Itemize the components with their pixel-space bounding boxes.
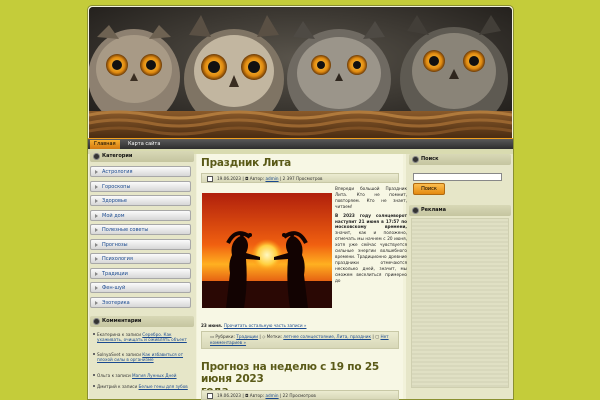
calendar-icon	[207, 393, 213, 399]
read-more-link[interactable]: Прочитать остальную часть записи »	[224, 323, 307, 328]
category-item[interactable]: Здоровье	[90, 195, 191, 206]
comment-entry: SolnyaSvet к записи Как избавиться от пл…	[93, 352, 195, 362]
comment-post-link[interactable]: Магия Лунных Дней	[132, 373, 176, 378]
category-item[interactable]: Прогнозы	[90, 239, 191, 250]
comment-post-link[interactable]: Белые гены для зубов	[139, 384, 188, 389]
tags-link[interactable]: летнее солнцестояние, Лита, праздник	[283, 334, 371, 339]
category-item[interactable]: Фен-шуй	[90, 282, 191, 293]
search-input[interactable]	[413, 173, 502, 181]
post-footer: ▭ Рубрики: Традиции | ◇ Метки: летнее со…	[201, 331, 399, 349]
ads-widget-title: Реклама	[409, 205, 511, 216]
post-title[interactable]: Праздник Лита	[201, 157, 291, 169]
post-image	[202, 193, 332, 308]
bullet-icon	[412, 207, 419, 214]
comment-entry: Екатерина к записи Серебро. Как ухаживат…	[93, 332, 195, 342]
category-item[interactable]: Психология	[90, 253, 191, 264]
category-item[interactable]: Астрология	[90, 166, 191, 177]
search-widget-title: Поиск	[409, 154, 511, 165]
bullet-icon	[93, 153, 100, 160]
folder-icon: ▭	[210, 334, 214, 339]
bullet-icon	[412, 156, 419, 163]
calendar-icon	[207, 176, 213, 182]
categories-widget-title: Категории	[90, 151, 194, 162]
rubric-link[interactable]: Традиции	[236, 334, 258, 339]
comment-icon: ▢	[375, 334, 380, 339]
category-item[interactable]: Гороскопы	[90, 181, 191, 192]
search-button[interactable]: Поиск	[413, 183, 445, 195]
post-excerpt: Впереди большой Праздник Лита. Кто не по…	[335, 186, 407, 283]
post-continuation: 23 июня. Прочитать остальную часть запис…	[201, 323, 307, 328]
bullet-icon	[93, 318, 100, 325]
comment-entry: Ольга к записи Магия Лунных Дней	[93, 373, 195, 378]
author-link[interactable]: admin	[265, 176, 278, 181]
top-menu: Главная Карта сайта	[88, 138, 513, 149]
user-icon: ◘	[245, 393, 249, 398]
author-link[interactable]: admin	[265, 393, 278, 398]
category-item[interactable]: Мой дом	[90, 210, 191, 221]
ad-area	[411, 218, 509, 388]
header-banner	[89, 7, 512, 138]
post-meta: 19.06.2023 | ◘ Автор: admin | 22 Просмот…	[201, 390, 399, 400]
menu-item-sitemap[interactable]: Карта сайта	[124, 140, 164, 149]
post-meta: 19.06.2023 | ◘ Автор: admin | 2 397 Прос…	[201, 173, 399, 183]
user-icon: ◘	[245, 176, 249, 181]
comment-entry: Дмитрий к записи Белые гены для зубов	[93, 384, 195, 389]
category-item[interactable]: Эзотерика	[90, 297, 191, 308]
comments-widget-title: Комментарии	[90, 316, 194, 327]
tag-icon: ◇	[262, 334, 266, 339]
category-item[interactable]: Полезные советы	[90, 224, 191, 235]
category-item[interactable]: Традиции	[90, 268, 191, 279]
owls-banner-image	[89, 7, 512, 138]
menu-item-home[interactable]: Главная	[90, 140, 120, 149]
